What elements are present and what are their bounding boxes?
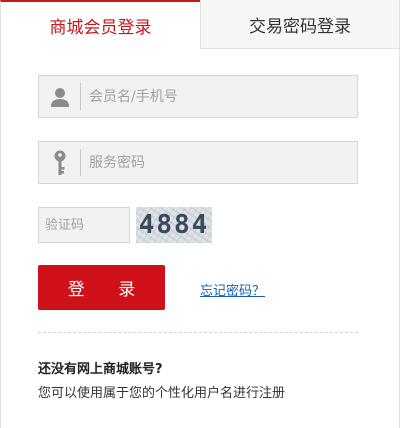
username-input[interactable] [81, 76, 341, 117]
login-tabs: 商城会员登录 交易密码登录 [0, 0, 400, 49]
password-field [38, 141, 358, 184]
username-field [38, 75, 358, 118]
divider [38, 332, 358, 333]
panel-left-border [0, 48, 1, 428]
tab-member-login[interactable]: 商城会员登录 [0, 0, 200, 49]
forgot-password-link[interactable]: 忘记密码？ [200, 280, 265, 299]
captcha-input[interactable] [39, 208, 129, 242]
captcha-code: 4884 [138, 210, 210, 240]
password-input[interactable] [81, 142, 341, 183]
user-icon [39, 83, 81, 110]
tab-trade-login[interactable]: 交易密码登录 [200, 0, 400, 49]
login-button[interactable]: 登 录 [38, 265, 165, 310]
captcha-image[interactable]: 4884 [136, 207, 212, 243]
key-icon [39, 149, 81, 176]
captcha-field [38, 207, 130, 243]
login-panel: 商城会员登录 交易密码登录 4884 登 录 忘 [0, 0, 400, 428]
no-account-heading: 还没有网上商城账号? [38, 362, 163, 377]
register-hint: 您可以使用属于您的个性化用户名进行注册 [38, 386, 286, 401]
